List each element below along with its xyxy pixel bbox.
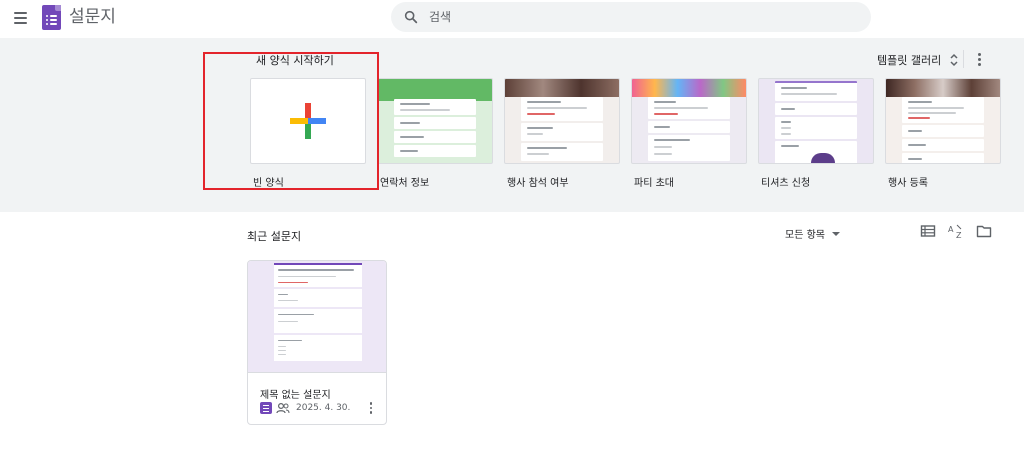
- list-view-icon[interactable]: [920, 223, 936, 239]
- template-label-event-rsvp[interactable]: 행사 참석 여부: [507, 174, 569, 189]
- form-meta: 2025. 4. 30.: [260, 402, 350, 414]
- app-title[interactable]: 설문지: [69, 5, 116, 29]
- gallery-heading: 새 양식 시작하기: [256, 54, 334, 67]
- template-event-rsvp[interactable]: [504, 78, 620, 164]
- template-label-party-invite[interactable]: 파티 초대: [634, 174, 674, 189]
- template-label-event-registration[interactable]: 행사 등록: [888, 174, 928, 189]
- folder-icon[interactable]: [976, 223, 992, 239]
- recent-forms-heading: 최근 설문지: [247, 230, 302, 243]
- form-thumbnail: [248, 261, 386, 373]
- sort-az-icon[interactable]: A Z: [948, 223, 964, 239]
- template-tshirt-signup[interactable]: [758, 78, 874, 164]
- search-bar[interactable]: [391, 2, 871, 32]
- forms-small-icon: [260, 402, 272, 414]
- form-title[interactable]: 제목 없는 설문지: [260, 386, 331, 401]
- owner-filter-dropdown[interactable]: 모든 항목: [785, 226, 840, 241]
- svg-text:A: A: [948, 225, 954, 234]
- template-gallery-section: 새 양식 시작하기 템플릿 갤러리 빈 양식 연락처 정보 행사 참석 여부 파…: [0, 38, 1024, 212]
- chevron-down-icon: [831, 231, 840, 236]
- template-contact-info[interactable]: [377, 78, 493, 164]
- hamburger-menu-icon[interactable]: [8, 6, 32, 30]
- app-header: 설문지: [0, 0, 1024, 36]
- template-event-registration[interactable]: [885, 78, 1001, 164]
- form-date: 2025. 4. 30.: [296, 403, 351, 413]
- search-icon[interactable]: [403, 9, 419, 25]
- plus-icon: [290, 103, 326, 139]
- shared-users-icon: [276, 402, 290, 414]
- template-gallery-label: 템플릿 갤러리: [877, 54, 942, 67]
- recent-form-card[interactable]: 제목 없는 설문지 2025. 4. 30.: [247, 260, 387, 425]
- template-label-tshirt-signup[interactable]: 티셔츠 신청: [761, 174, 810, 189]
- divider: [963, 50, 964, 68]
- template-gallery-button[interactable]: 템플릿 갤러리: [877, 52, 959, 68]
- template-label-contact-info[interactable]: 연락처 정보: [380, 174, 429, 189]
- template-label-blank[interactable]: 빈 양식: [253, 174, 284, 189]
- svg-text:Z: Z: [956, 231, 962, 239]
- unfold-more-icon: [950, 53, 958, 67]
- search-input[interactable]: [429, 2, 849, 32]
- more-options-icon[interactable]: [366, 401, 376, 415]
- template-party-invite[interactable]: [631, 78, 747, 164]
- forms-logo-icon[interactable]: [42, 5, 61, 30]
- owner-filter-label: 모든 항목: [785, 230, 825, 241]
- blank-form-card[interactable]: [250, 78, 366, 164]
- more-options-icon[interactable]: [972, 51, 986, 67]
